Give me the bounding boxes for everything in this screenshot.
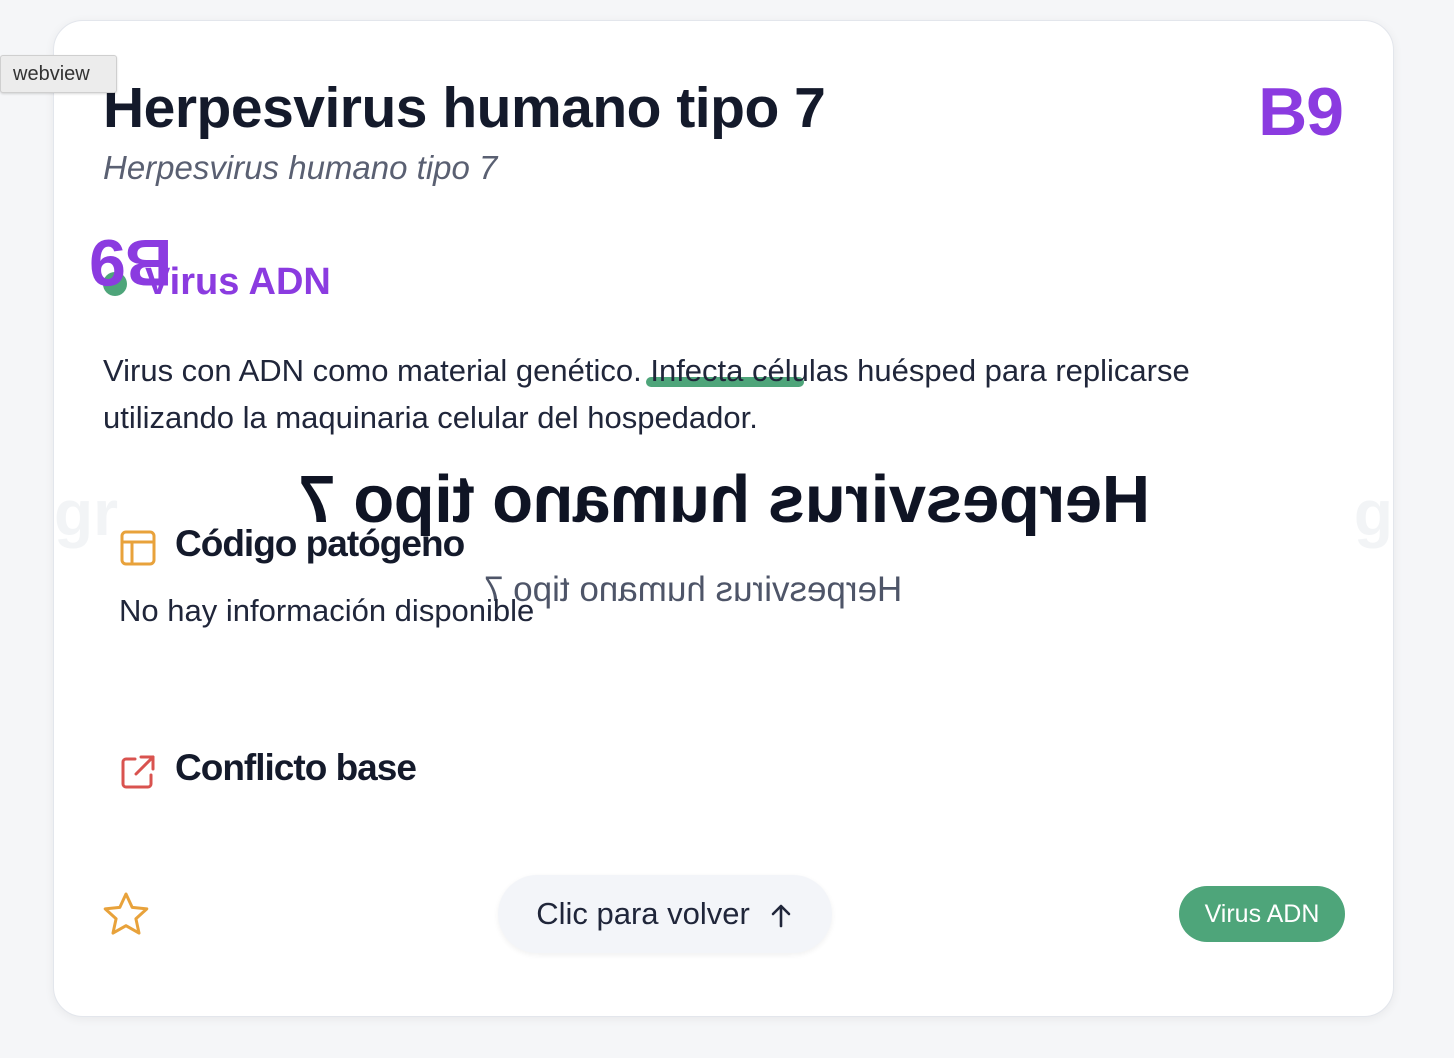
back-face-subtitle: Herpesvirus humano tipo 7 <box>484 570 903 609</box>
section-body: No hay información disponible <box>119 593 535 628</box>
back-button[interactable]: Clic para volver <box>498 875 832 953</box>
section-title: Código patógeno <box>175 523 465 564</box>
section-title: Conflicto base <box>175 747 417 788</box>
arrow-up-icon <box>768 901 794 928</box>
back-face-code: B9 <box>90 226 173 300</box>
card-title: Herpesvirus humano tipo 7 <box>103 76 826 140</box>
webview-label: webview <box>0 55 117 93</box>
card-subtitle: Herpesvirus humano tipo 7 <box>103 149 498 186</box>
card-code: B9 <box>1258 74 1344 150</box>
flashcard[interactable]: gr g Herpesvirus humano tipo 7 Herpesvir… <box>53 20 1394 1017</box>
star-icon[interactable] <box>102 891 150 937</box>
table-icon <box>119 529 157 567</box>
external-link-icon <box>119 753 157 791</box>
category-tag: Virus ADN <box>1179 886 1345 942</box>
card-description: Virus con ADN como material genético. In… <box>103 353 1190 435</box>
category-label: Virus ADN <box>145 261 331 303</box>
back-button-label: Clic para volver <box>536 896 750 931</box>
